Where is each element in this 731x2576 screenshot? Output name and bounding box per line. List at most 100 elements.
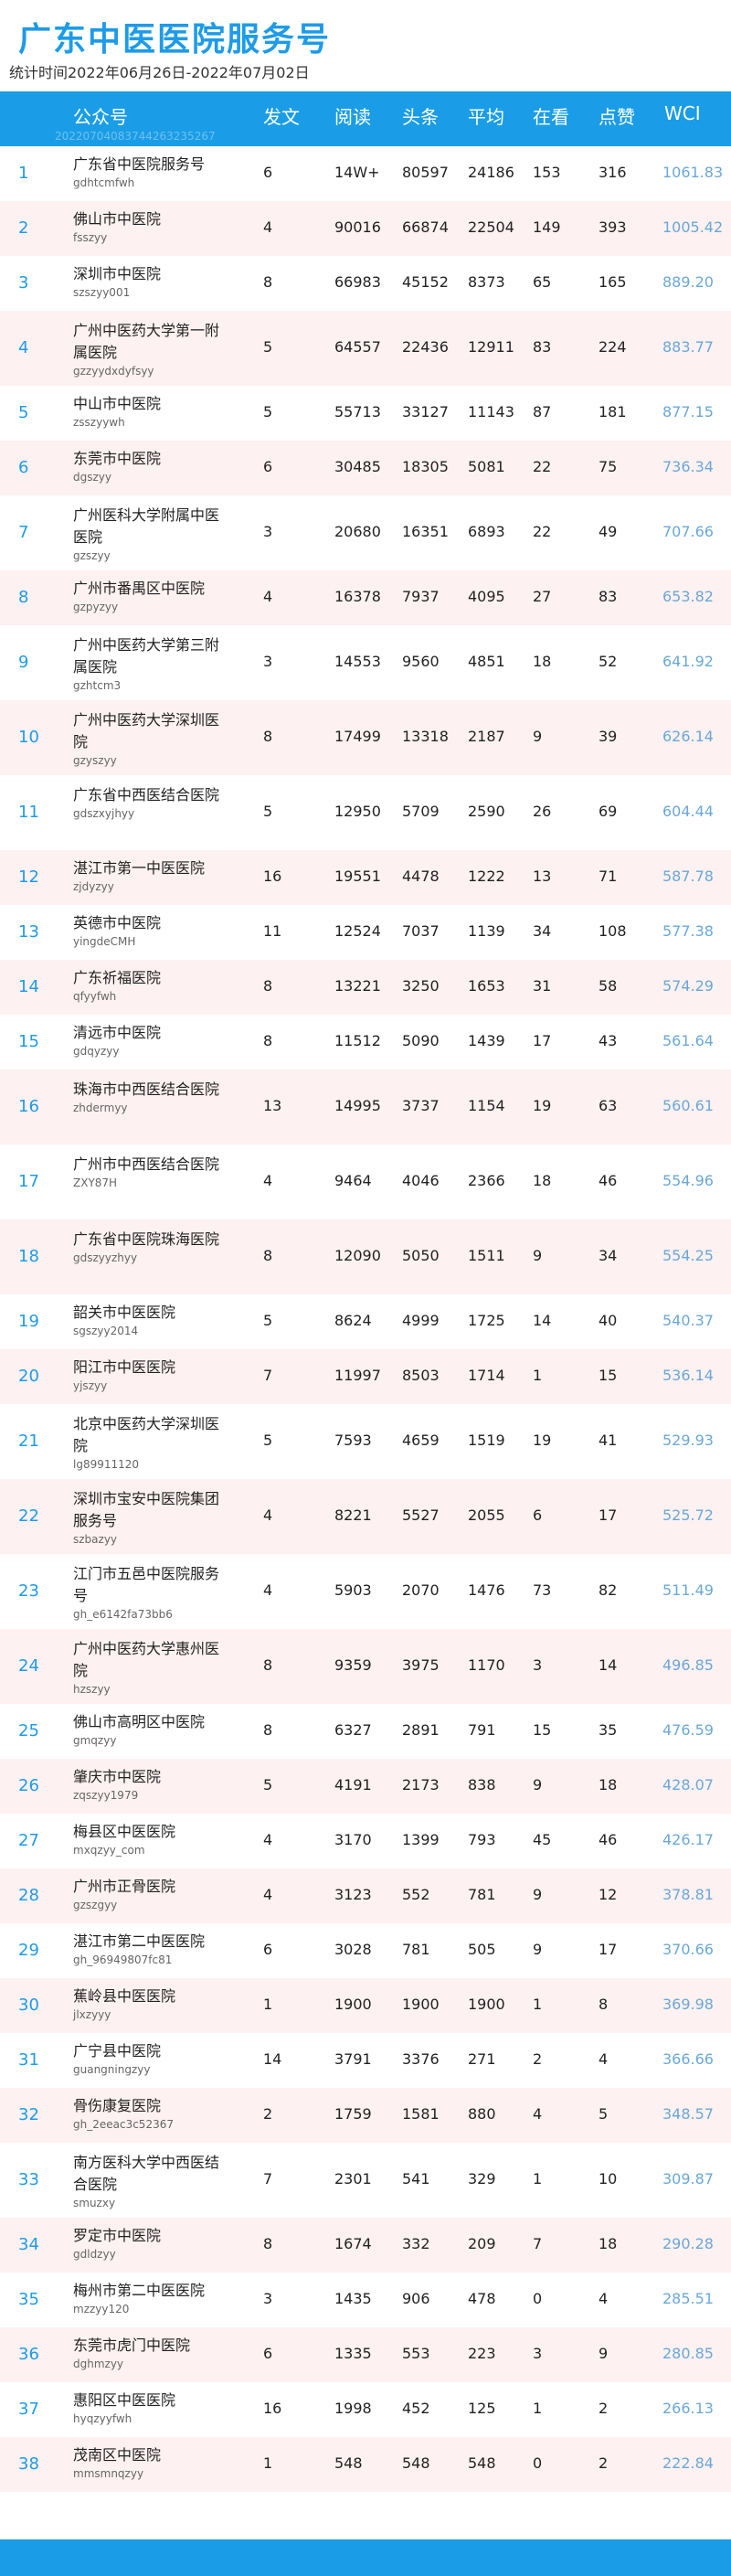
cell-account-name: 佛山市高明区中医院 gmqzyy — [73, 1711, 219, 1748]
account-name: 阳江市中医医院 — [73, 1358, 176, 1376]
cell-account-name: 广州中医药大学第三附属医院 gzhtcm3 — [73, 634, 219, 693]
cell-reads: 4191 — [334, 1776, 372, 1794]
cell-likes: 2 — [599, 2400, 609, 2417]
cell-avg: 1519 — [468, 1432, 505, 1449]
cell-posts: 8 — [263, 977, 273, 995]
cell-account-name: 韶关市中医医院 sgszyy2014 — [73, 1302, 219, 1338]
cell-rank: 28 — [18, 1886, 39, 1905]
cell-posts: 1 — [263, 2454, 273, 2472]
cell-watch: 4 — [533, 2105, 543, 2123]
table-row: 35 梅州市第二中医医院 mzzyy120 3 1435 906 478 0 4 285.51 — [0, 2273, 731, 2327]
cell-posts: 8 — [263, 2235, 273, 2252]
cell-wci: 883.77 — [662, 338, 714, 356]
table-row: 28 广州市正骨医院 gzszgyy 4 3123 552 781 9 12 378.81 — [0, 1868, 731, 1923]
table-row: 23 江门市五邑中医院服务号 gh_e6142fa73bb6 4 5903 2070 147… — [0, 1554, 731, 1629]
cell-wci: 266.13 — [662, 2400, 714, 2417]
cell-watch: 2 — [533, 2050, 543, 2068]
cell-wci: 554.96 — [662, 1172, 714, 1189]
cell-posts: 6 — [263, 458, 273, 475]
cell-account-name: 广州医科大学附属中医医院 gzszyy — [73, 505, 219, 563]
cell-top: 80597 — [402, 164, 449, 181]
cell-rank: 17 — [18, 1172, 39, 1191]
cell-rank: 12 — [18, 868, 39, 887]
cell-account-name: 阳江市中医医院 yjszyy — [73, 1357, 219, 1393]
cell-watch: 18 — [533, 653, 552, 670]
cell-rank: 21 — [18, 1432, 39, 1451]
cell-wci: 496.85 — [662, 1656, 714, 1674]
cell-top: 2070 — [402, 1581, 440, 1599]
cell-likes: 17 — [599, 1941, 618, 1958]
cell-reads: 7593 — [334, 1432, 372, 1449]
cell-avg: 271 — [468, 2050, 496, 2068]
cell-rank: 5 — [18, 403, 29, 422]
cell-avg: 6893 — [468, 523, 505, 540]
account-id: hyqzyyfwh — [73, 2412, 132, 2425]
cell-watch: 22 — [533, 523, 552, 540]
table-row: 11 广东省中西医结合医院 gdszxyjhyy 5 12950 5709 2590 26 69… — [0, 775, 731, 850]
cell-wci: 366.66 — [662, 2050, 714, 2068]
cell-watch: 19 — [533, 1432, 552, 1449]
account-id: sgszyy2014 — [73, 1325, 139, 1337]
cell-rank: 27 — [18, 1831, 39, 1850]
table-header: 公众号 发文 阅读 头条 平均 在看 点赞 WCI 20220704083744… — [0, 91, 731, 146]
cell-watch: 65 — [533, 273, 552, 291]
cell-top: 16351 — [402, 523, 449, 540]
cell-likes: 108 — [599, 922, 627, 940]
table-row: 21 北京中医药大学深圳医院 lg89911120 5 7593 4659 1519 19 41… — [0, 1404, 731, 1479]
column-header-avg: 平均 — [468, 106, 504, 128]
account-name: 广州医科大学附属中医医院 — [73, 506, 220, 546]
cell-likes: 34 — [599, 1247, 618, 1264]
table-row: 36 东莞市虎门中医院 dghmzyy 6 1335 553 223 3 9 280.85 — [0, 2327, 731, 2382]
cell-reads: 3028 — [334, 1941, 372, 1958]
cell-reads: 14553 — [334, 653, 381, 670]
cell-wci: 476.59 — [662, 1721, 714, 1739]
cell-posts: 5 — [263, 403, 273, 420]
page-header: 广东中医医院服务号 统计时间2022年06月26日-2022年07月02日 — [0, 0, 731, 91]
cell-wci: 540.37 — [662, 1312, 714, 1329]
cell-likes: 58 — [599, 977, 618, 995]
account-id: gdszyyzhyy — [73, 1251, 138, 1264]
account-name: 珠海市中西医结合医院 — [73, 1080, 220, 1098]
cell-watch: 9 — [533, 728, 543, 745]
cell-posts: 5 — [263, 1312, 273, 1329]
cell-top: 1900 — [402, 1996, 440, 2013]
cell-likes: 4 — [599, 2290, 609, 2307]
cell-account-name: 东莞市虎门中医院 dghmzyy — [73, 2335, 219, 2371]
cell-rank: 32 — [18, 2105, 39, 2124]
cell-posts: 4 — [263, 1581, 273, 1599]
cell-account-name: 广东省中医院服务号 gdhtcmfwh — [73, 154, 219, 190]
cell-reads: 3170 — [334, 1831, 372, 1848]
cell-posts: 4 — [263, 218, 273, 236]
cell-reads: 14W+ — [334, 164, 380, 181]
cell-wci: 707.66 — [662, 523, 714, 540]
cell-reads: 64557 — [334, 338, 381, 356]
cell-avg: 2366 — [468, 1172, 505, 1189]
cell-avg: 11143 — [468, 403, 514, 420]
cell-avg: 1511 — [468, 1247, 505, 1264]
cell-account-name: 清远市中医院 gdqyzyy — [73, 1022, 219, 1059]
cell-wci: 348.57 — [662, 2105, 714, 2123]
table-row: 12 湛江市第一中医医院 zjdyzyy 16 19551 4478 1222 13 71 587… — [0, 850, 731, 905]
cell-likes: 9 — [599, 2345, 609, 2362]
cell-watch: 7 — [533, 2235, 543, 2252]
account-name: 广州中医药大学深圳医院 — [73, 711, 220, 750]
cell-posts: 2 — [263, 2105, 273, 2123]
account-name: 骨伤康复医院 — [73, 2097, 162, 2114]
cell-avg: 1139 — [468, 922, 505, 940]
account-id: gdhtcmfwh — [73, 176, 135, 189]
cell-top: 4046 — [402, 1172, 440, 1189]
cell-likes: 71 — [599, 868, 618, 885]
cell-posts: 5 — [263, 1432, 273, 1449]
cell-avg: 1653 — [468, 977, 505, 995]
cell-watch: 73 — [533, 1581, 552, 1599]
table-row: 33 南方医科大学中西医结合医院 smuzxy 7 2301 541 329 1 10 309.8… — [0, 2143, 731, 2218]
cell-wci: 529.93 — [662, 1432, 714, 1449]
cell-avg: 791 — [468, 1721, 496, 1739]
cell-rank: 29 — [18, 1941, 39, 1960]
cell-avg: 1170 — [468, 1656, 505, 1674]
account-id: smuzxy — [73, 2197, 116, 2209]
column-header-account: 公众号 — [73, 106, 128, 128]
table-row: 37 惠阳区中医医院 hyqzyyfwh 16 1998 452 125 1 2 266.13 — [0, 2382, 731, 2437]
cell-posts: 8 — [263, 1247, 273, 1264]
account-name: 广东祈福医院 — [73, 969, 162, 986]
